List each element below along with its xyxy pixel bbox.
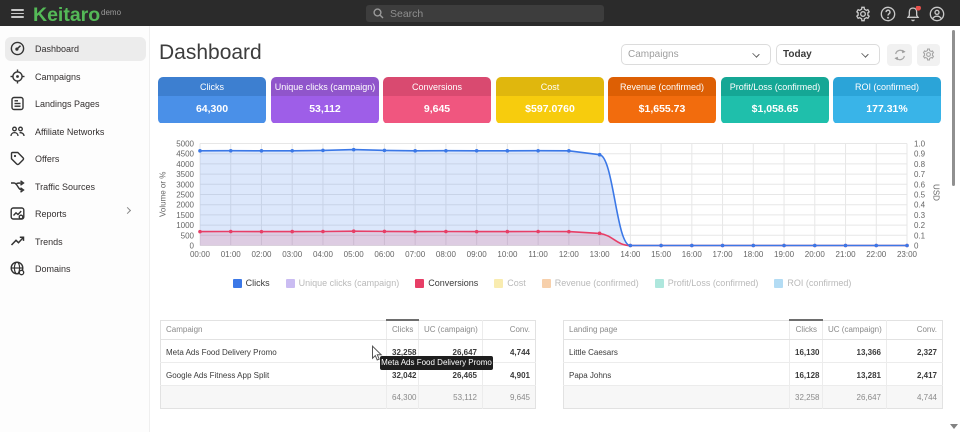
svg-text:20:00: 20:00 [805, 250, 826, 259]
svg-text:500: 500 [181, 231, 195, 240]
svg-text:0.1: 0.1 [914, 231, 926, 240]
svg-text:22:00: 22:00 [866, 250, 887, 259]
svg-text:USD: USD [932, 184, 941, 201]
svg-text:05:00: 05:00 [344, 250, 365, 259]
svg-text:00:00: 00:00 [190, 250, 211, 259]
svg-text:0.5: 0.5 [914, 191, 926, 200]
svg-text:0.4: 0.4 [914, 201, 926, 210]
svg-text:06:00: 06:00 [374, 250, 395, 259]
svg-text:14:00: 14:00 [620, 250, 641, 259]
svg-text:Volume or %: Volume or % [159, 172, 168, 217]
svg-text:02:00: 02:00 [251, 250, 272, 259]
svg-text:11:00: 11:00 [528, 250, 548, 259]
svg-text:5000: 5000 [176, 140, 194, 149]
svg-text:0.8: 0.8 [914, 160, 926, 169]
svg-text:16:00: 16:00 [682, 250, 703, 259]
svg-text:09:00: 09:00 [467, 250, 488, 259]
svg-text:0.7: 0.7 [914, 170, 926, 179]
svg-text:2000: 2000 [176, 201, 194, 210]
svg-text:1500: 1500 [176, 211, 194, 220]
svg-text:3000: 3000 [176, 180, 194, 189]
svg-text:10:00: 10:00 [497, 250, 518, 259]
svg-text:4000: 4000 [176, 160, 194, 169]
svg-text:18:00: 18:00 [743, 250, 764, 259]
svg-text:17:00: 17:00 [713, 250, 734, 259]
svg-text:15:00: 15:00 [651, 250, 672, 259]
svg-text:2500: 2500 [176, 191, 194, 200]
svg-text:3500: 3500 [176, 170, 194, 179]
svg-text:13:00: 13:00 [590, 250, 611, 259]
svg-text:19:00: 19:00 [774, 250, 795, 259]
svg-text:0.6: 0.6 [914, 180, 926, 189]
svg-text:1.0: 1.0 [914, 140, 926, 149]
svg-text:0.9: 0.9 [914, 150, 926, 159]
svg-text:4500: 4500 [176, 150, 194, 159]
svg-text:12:00: 12:00 [559, 250, 580, 259]
svg-text:07:00: 07:00 [405, 250, 426, 259]
svg-text:21:00: 21:00 [836, 250, 857, 259]
svg-text:01:00: 01:00 [221, 250, 242, 259]
svg-text:0.2: 0.2 [914, 221, 926, 230]
svg-text:0.3: 0.3 [914, 211, 926, 220]
svg-text:1000: 1000 [176, 221, 194, 230]
svg-text:23:00: 23:00 [897, 250, 918, 259]
svg-text:08:00: 08:00 [436, 250, 457, 259]
svg-text:03:00: 03:00 [282, 250, 303, 259]
svg-text:04:00: 04:00 [313, 250, 334, 259]
